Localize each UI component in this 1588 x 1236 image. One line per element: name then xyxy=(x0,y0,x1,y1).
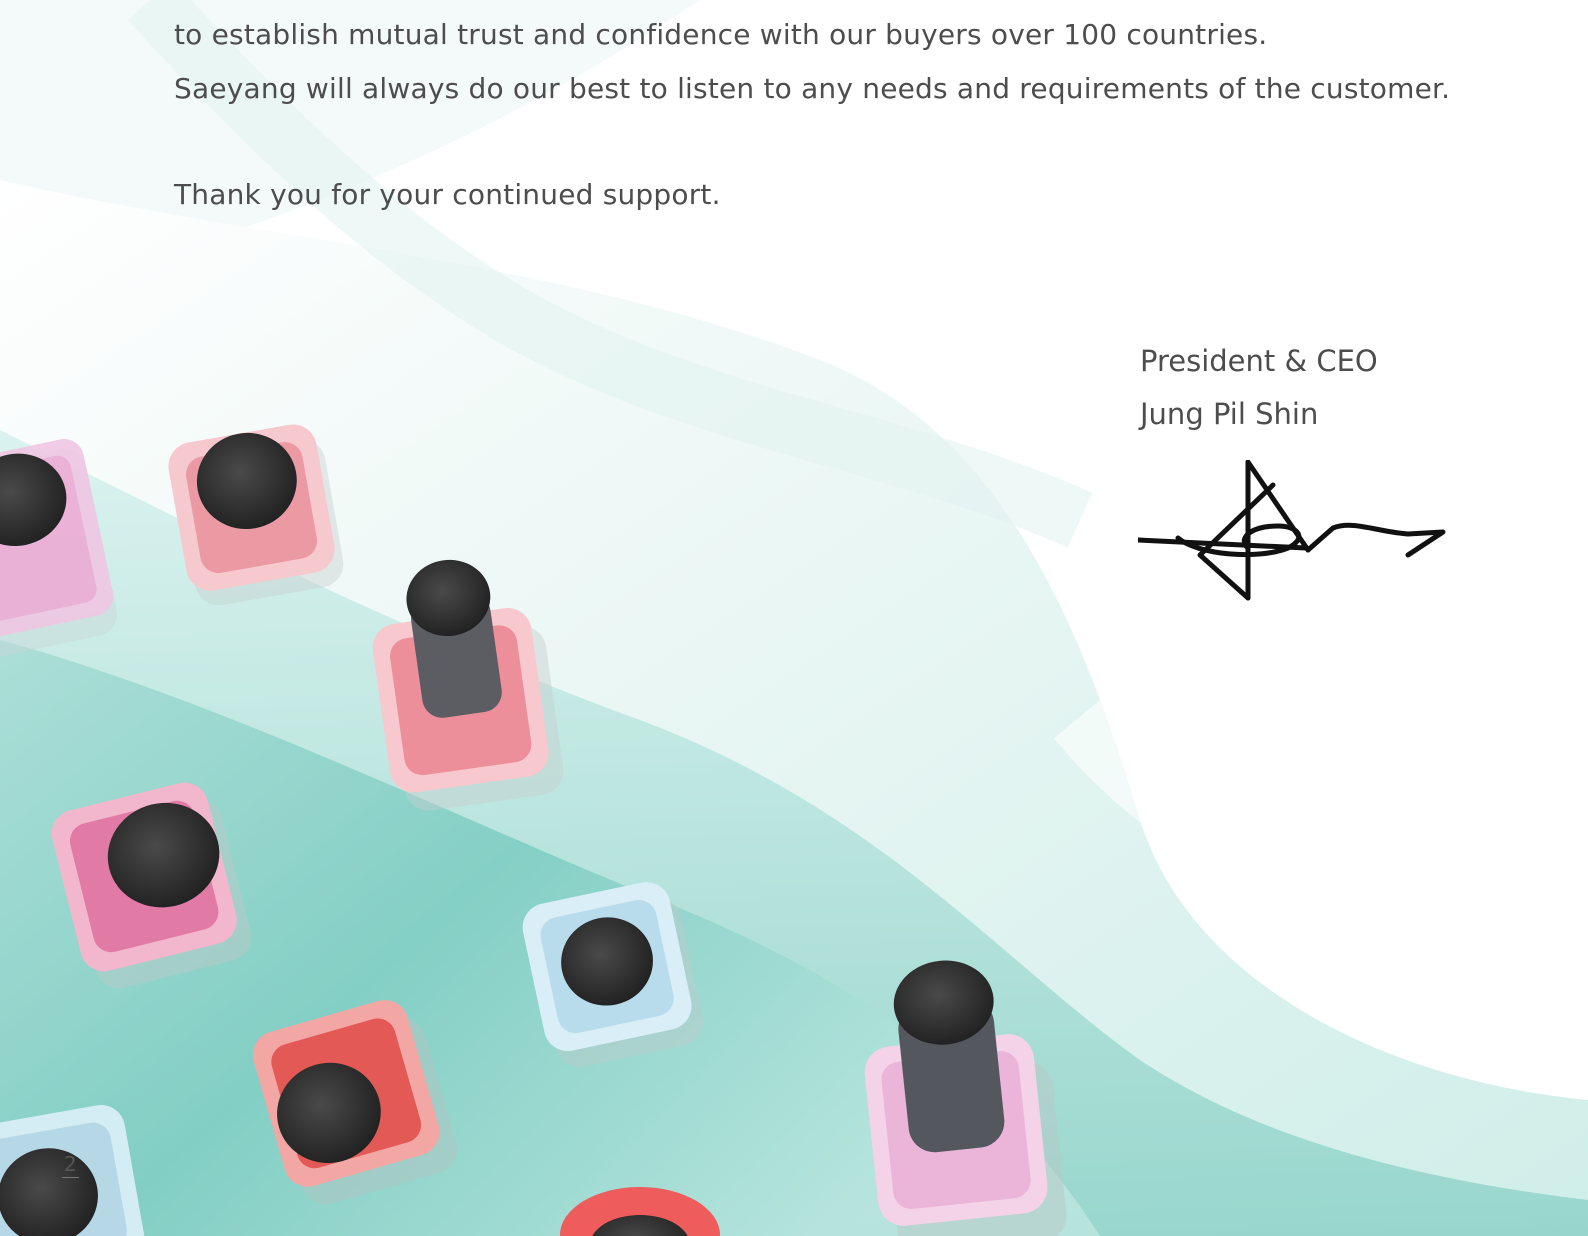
signatory-title: President & CEO xyxy=(1140,344,1378,378)
page-number: 2 xyxy=(62,1152,79,1178)
letter-line-promise: Saeyang will always do our best to liste… xyxy=(174,72,1451,105)
signature-image xyxy=(1138,460,1446,601)
letter-line-thanks: Thank you for your continued support. xyxy=(174,178,721,211)
letter-line-partial: to establish mutual trust and confidence… xyxy=(174,18,1268,51)
signatory-name: Jung Pil Shin xyxy=(1140,397,1319,431)
